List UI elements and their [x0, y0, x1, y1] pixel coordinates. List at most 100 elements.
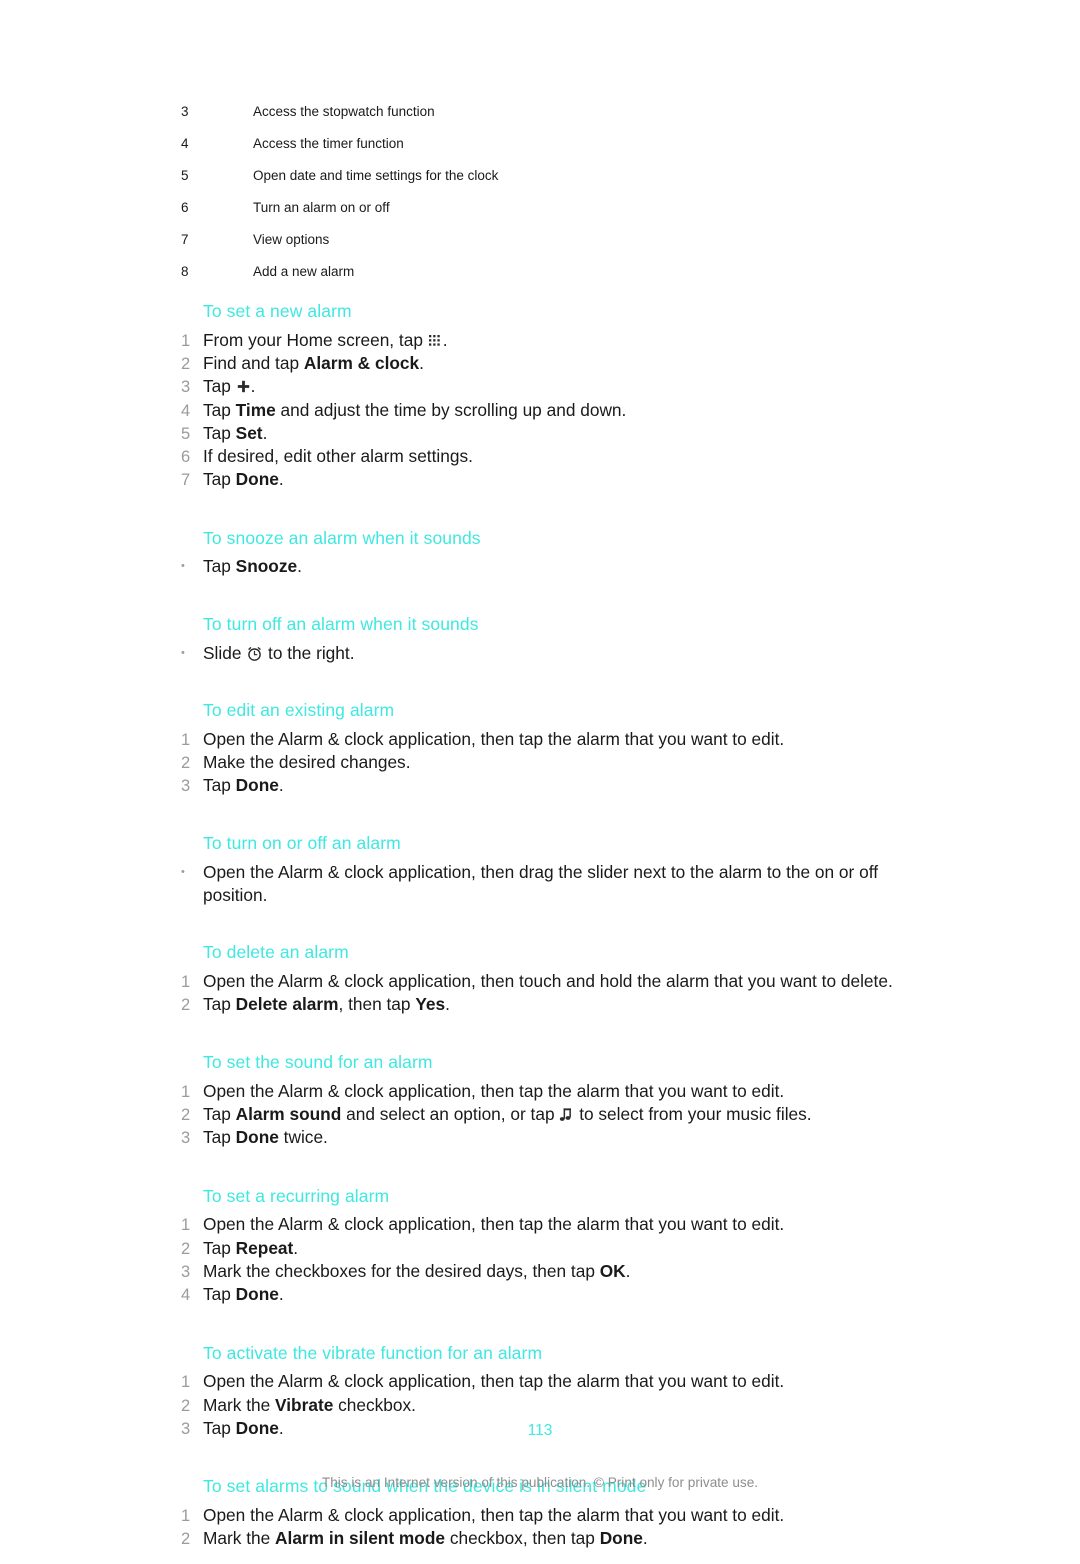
step-emphasis: Alarm sound	[235, 1104, 342, 1125]
step-number: 2	[181, 1530, 191, 1549]
step-number: 1	[181, 331, 191, 350]
step-text-after: checkbox.	[333, 1394, 416, 1415]
step-text-after: .	[419, 353, 424, 374]
step-text-before: Tap	[203, 422, 236, 443]
step-emphasis: Repeat	[235, 1237, 294, 1258]
step-text-before: Open the Alarm & clock application, then…	[203, 1080, 785, 1101]
step-text-before: From your Home screen, tap	[203, 329, 428, 350]
step-list: 1 Open the Alarm & clock application, th…	[181, 970, 901, 1017]
list-item: 2 Tap Repeat.	[181, 1237, 901, 1260]
step-text-before: Tap	[203, 556, 236, 577]
list-item: 4 Tap Done.	[181, 1283, 901, 1306]
step-number: 1	[181, 730, 191, 749]
step-text-before: Tap	[203, 469, 236, 490]
step-text-before: Tap	[203, 1284, 236, 1305]
list-item: 7 View options	[181, 232, 881, 248]
step-text-before: Tap	[203, 993, 236, 1014]
list-item: 3 Access the stopwatch function	[181, 104, 881, 120]
step-text-before: Open the Alarm & clock application, then…	[203, 1214, 785, 1235]
list-item: 5 Open date and time settings for the cl…	[181, 168, 881, 184]
step-number: 4	[181, 1286, 191, 1305]
list-item: 2 Tap Delete alarm, then tap Yes.	[181, 993, 901, 1016]
list-item: 1 Open the Alarm & clock application, th…	[181, 728, 901, 751]
step-emphasis: Time	[235, 399, 276, 420]
list-item: 4 Tap Time and adjust the time by scroll…	[181, 399, 901, 422]
list-item: 4 Access the timer function	[181, 136, 881, 152]
bullet-marker: •	[181, 560, 185, 573]
step-number: 1	[181, 1506, 191, 1525]
step-text: Find and tap Alarm & clock.	[203, 352, 901, 374]
step-number: 2	[181, 753, 191, 772]
section-heading: To set a recurring alarm	[203, 1185, 390, 1206]
section-set-new-alarm: To set a new alarm 1 From your Home scre…	[181, 300, 901, 492]
step-text: Tap Done.	[203, 774, 901, 796]
legend-label: Access the timer function	[253, 135, 404, 151]
step-text: Tap Repeat.	[203, 1237, 901, 1259]
section-heading: To edit an existing alarm	[203, 699, 395, 720]
section-snooze-alarm: To snooze an alarm when it sounds • Tap …	[181, 527, 901, 578]
step-text-before: Tap	[203, 1104, 236, 1125]
step-text-after: .	[642, 1528, 648, 1549]
step-text: Open the Alarm & clock application, then…	[203, 1213, 901, 1235]
step-text-after: to the right.	[263, 642, 355, 663]
step-text-before: Tap	[203, 775, 236, 796]
document-page: 3 Access the stopwatch function 4 Access…	[0, 0, 1080, 1548]
step-text-after: to select from your music files.	[574, 1104, 812, 1125]
step-text: Open the Alarm & clock application, then…	[203, 1080, 901, 1102]
step-number: 4	[181, 401, 191, 420]
plus-icon	[236, 379, 251, 394]
step-number: 5	[181, 424, 191, 443]
legend-label: Turn an alarm on or off	[253, 199, 390, 215]
step-number: 2	[181, 355, 191, 374]
list-item: 1 Open the Alarm & clock application, th…	[181, 1213, 901, 1236]
step-text: Mark the Alarm in silent mode checkbox, …	[203, 1527, 901, 1549]
step-emphasis: Done	[235, 469, 279, 490]
step-emphasis: Snooze	[235, 556, 298, 577]
step-number: 2	[181, 1239, 191, 1258]
step-text-before: Tap	[203, 399, 236, 420]
section-heading: To turn on or off an alarm	[203, 833, 401, 854]
list-item: • Open the Alarm & clock application, th…	[181, 861, 901, 906]
step-text: Open the Alarm & clock application, then…	[203, 1370, 901, 1392]
step-text-after: .	[442, 329, 448, 350]
section-edit-existing-alarm: To edit an existing alarm 1 Open the Ala…	[181, 699, 901, 798]
step-text-after: .	[250, 376, 256, 397]
step-text: Open the Alarm & clock application, then…	[203, 970, 901, 992]
step-text-after: and adjust the time by scrolling up and …	[275, 399, 627, 420]
step-text: Tap Done.	[203, 468, 901, 490]
step-list: 1 From your Home screen, tap . 2 Find an…	[181, 329, 901, 492]
legend-list: 3 Access the stopwatch function 4 Access…	[181, 104, 881, 295]
list-item: • Slide to the right.	[181, 642, 901, 664]
alarm-clock-icon	[246, 645, 263, 662]
step-list: • Tap Snooze.	[181, 555, 901, 577]
music-note-icon	[559, 1107, 574, 1123]
step-text: Open the Alarm & clock application, then…	[203, 1504, 901, 1526]
list-item: 2 Find and tap Alarm & clock.	[181, 352, 901, 375]
step-text-after: .	[297, 556, 302, 577]
step-emphasis: Set	[235, 422, 263, 443]
footer-disclaimer: This is an Internet version of this publ…	[321, 1475, 759, 1490]
list-item: 6 Turn an alarm on or off	[181, 200, 881, 216]
step-text: Tap Time and adjust the time by scrollin…	[203, 399, 901, 421]
step-number: 3	[181, 1263, 191, 1282]
section-delete-alarm: To delete an alarm 1 Open the Alarm & cl…	[181, 941, 901, 1016]
step-text-before: Tap	[203, 376, 236, 397]
section-recurring-alarm: To set a recurring alarm 1 Open the Alar…	[181, 1185, 901, 1307]
step-text-after: twice.	[278, 1127, 328, 1148]
step-text: Tap Delete alarm, then tap Yes.	[203, 993, 901, 1015]
step-emphasis: Delete alarm	[235, 993, 339, 1014]
step-text-before: Mark the	[203, 1394, 276, 1415]
step-text: Tap Done twice.	[203, 1126, 901, 1148]
section-turn-on-off-alarm: To turn on or off an alarm • Open the Al…	[181, 832, 901, 905]
step-number: 3	[181, 378, 191, 397]
list-item: 2 Mark the Alarm in silent mode checkbox…	[181, 1527, 901, 1550]
step-number: 3	[181, 777, 191, 796]
legend-number: 7	[181, 231, 189, 247]
step-text: Tap Alarm sound and select an option, or…	[203, 1103, 901, 1125]
